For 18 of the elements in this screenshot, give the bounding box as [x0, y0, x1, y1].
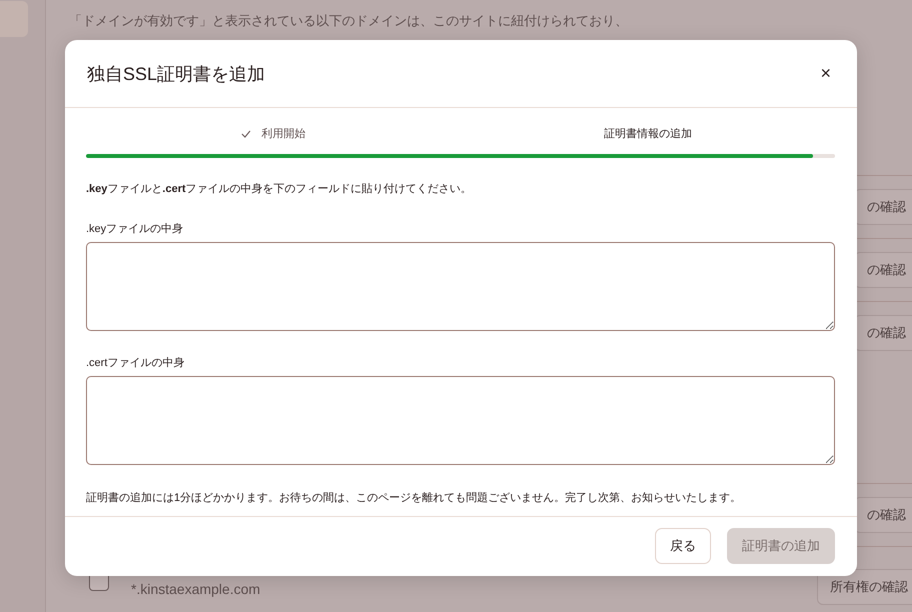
verify-button[interactable]: の確認 [854, 497, 912, 533]
verify-button[interactable]: の確認 [854, 252, 912, 288]
field-label: .keyファイルの中身 [86, 222, 184, 236]
note-text: 証明書の追加には1分ほどかかります。お待ちの間は、このページを離れても問題ございません。完了し次第、お知らせいたします。 [86, 490, 742, 505]
input-field[interactable] [86, 376, 835, 465]
step-label: 証明書情報の追加 [604, 127, 692, 141]
verify-button[interactable]: の確認 [854, 189, 912, 225]
verify-button[interactable]: 所有権の確認 [817, 569, 912, 605]
domain-name: *.kinstaexample.com [131, 580, 260, 597]
verify-button[interactable]: の確認 [854, 315, 912, 351]
step-label: 利用開始 [261, 127, 306, 141]
dialog-title: 独自SSL証明書を追加 [87, 62, 266, 86]
intro-text: 「ドメインが有効です」と表示されている以下のドメインは、このサイトに紐付けられており、 [69, 12, 629, 30]
back-button[interactable]: 戻る [655, 528, 711, 564]
field-label: .certファイルの中身 [86, 356, 186, 370]
input-field[interactable] [86, 242, 835, 331]
close-button[interactable]: × [816, 63, 835, 84]
instructions-text: .keyファイルと.certファイルの中身を下のフィールドに貼り付けてください。 [86, 182, 473, 196]
